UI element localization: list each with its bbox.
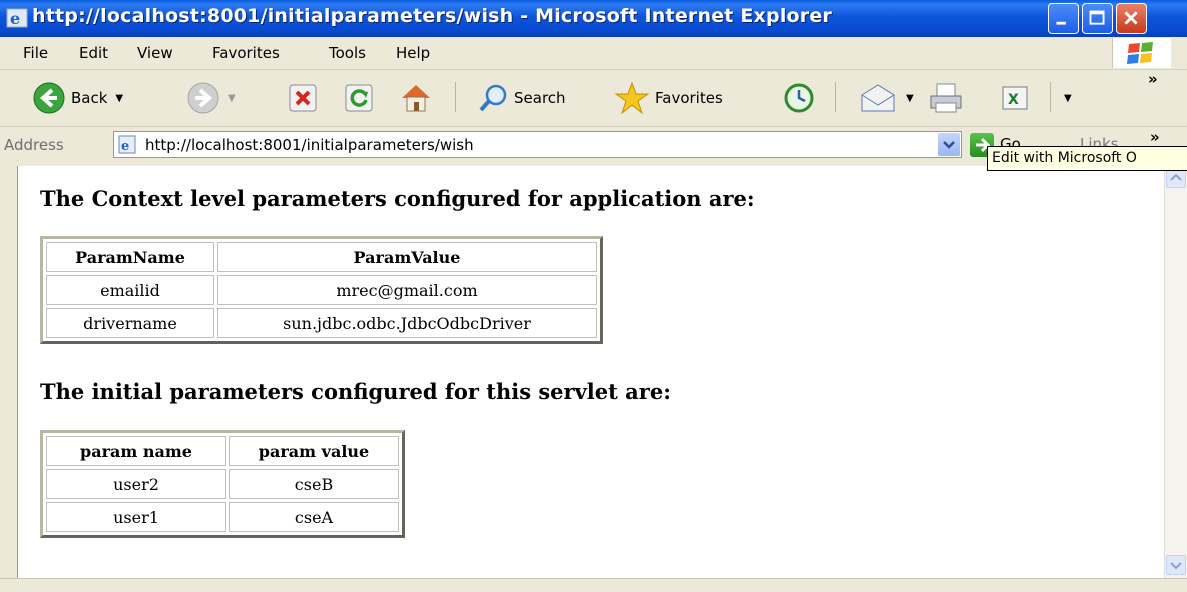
address-input[interactable]: e http://localhost:8001/initialparameter…	[113, 131, 962, 158]
window-title: http://localhost:8001/initialparameters/…	[32, 5, 833, 27]
windows-flag-logo	[1112, 38, 1171, 68]
svg-text:e: e	[121, 139, 129, 154]
minimize-button[interactable]	[1048, 3, 1079, 34]
stop-icon	[289, 84, 317, 112]
maximize-icon	[1089, 10, 1105, 25]
chevron-up-icon	[1170, 173, 1182, 181]
table-row: user1 cseA	[46, 502, 399, 532]
init-params-heading: The initial parameters configured for th…	[40, 379, 671, 404]
excel-dropdown-button[interactable]: ▼	[1064, 80, 1072, 116]
excel-dropdown-icon: ▼	[1064, 92, 1072, 104]
menu-edit[interactable]: Edit	[79, 44, 108, 62]
toolbar-separator	[455, 82, 456, 112]
status-bar	[0, 578, 1187, 592]
svg-text:X: X	[1008, 92, 1019, 108]
table-header-row: param name param value	[46, 436, 399, 466]
table-header-row: ParamName ParamValue	[46, 242, 597, 272]
back-arrow-icon	[33, 82, 65, 114]
forward-arrow-icon	[187, 82, 219, 114]
excel-button[interactable]: X	[1000, 80, 1030, 116]
column-header: ParamValue	[217, 242, 597, 272]
search-label: Search	[514, 89, 566, 107]
links-overflow-chevron-icon[interactable]: »	[1150, 128, 1160, 146]
mail-dropdown-icon[interactable]: ▼	[906, 93, 914, 104]
close-button[interactable]	[1116, 3, 1147, 34]
page-icon: e	[118, 135, 136, 154]
home-icon	[402, 85, 430, 112]
table-cell: user1	[46, 502, 226, 532]
ie-logo-icon: e	[6, 8, 28, 28]
history-button[interactable]	[781, 80, 817, 116]
close-icon	[1124, 11, 1138, 25]
menu-tools[interactable]: Tools	[329, 44, 366, 62]
column-header: param value	[229, 436, 399, 466]
menu-favorites[interactable]: Favorites	[212, 44, 280, 62]
address-dropdown-button[interactable]	[938, 133, 960, 156]
forward-dropdown-icon[interactable]: ▼	[228, 93, 236, 104]
search-button[interactable]: Search	[477, 80, 566, 116]
address-label: Address	[4, 136, 64, 154]
menu-bar: File Edit View Favorites Tools Help	[0, 37, 1187, 70]
table-row: emailid mrec@gmail.com	[46, 275, 597, 305]
favorites-button[interactable]: Favorites	[614, 80, 723, 116]
page-content: The Context level parameters configured …	[17, 166, 1165, 578]
favorites-star-icon	[614, 81, 650, 115]
maximize-button[interactable]	[1082, 3, 1113, 34]
toolbar-overflow-chevron-icon[interactable]: »	[1148, 70, 1158, 88]
stop-button[interactable]	[288, 80, 318, 116]
toolbar-separator	[835, 82, 836, 112]
windows-flag-icon	[1127, 42, 1153, 64]
table-cell: drivername	[46, 308, 214, 338]
print-button[interactable]	[928, 80, 964, 116]
print-icon	[930, 83, 962, 113]
excel-icon: X	[1002, 86, 1028, 110]
go-button-tooltip: Edit with Microsoft O	[987, 146, 1187, 171]
svg-text:e: e	[10, 9, 20, 28]
table-row: drivername sun.jdbc.odbc.JdbcOdbcDriver	[46, 308, 597, 338]
address-url[interactable]: http://localhost:8001/initialparameters/…	[145, 136, 474, 154]
back-dropdown-icon[interactable]: ▼	[115, 93, 123, 104]
column-header: ParamName	[46, 242, 214, 272]
refresh-icon	[345, 84, 373, 112]
table-cell: cseA	[229, 502, 399, 532]
init-params-table: param name param value user2 cseB user1 …	[40, 430, 405, 538]
standard-toolbar: Back ▼ ▼ Search Favorites ▼ X ▼ »	[0, 70, 1187, 127]
back-button[interactable]: Back ▼	[32, 80, 123, 116]
toolbar-separator	[1050, 82, 1051, 112]
refresh-button[interactable]	[344, 80, 374, 116]
forward-button[interactable]: ▼	[186, 80, 236, 116]
context-params-table: ParamName ParamValue emailid mrec@gmail.…	[40, 236, 603, 344]
chevron-down-icon	[1170, 562, 1182, 570]
title-bar[interactable]: e http://localhost:8001/initialparameter…	[0, 0, 1187, 37]
table-cell: user2	[46, 469, 226, 499]
minimize-icon	[1056, 21, 1066, 25]
context-params-heading: The Context level parameters configured …	[40, 186, 755, 211]
table-cell: cseB	[229, 469, 399, 499]
table-row: user2 cseB	[46, 469, 399, 499]
table-cell: mrec@gmail.com	[217, 275, 597, 305]
scroll-up-button[interactable]	[1166, 168, 1186, 188]
vertical-scrollbar[interactable]	[1164, 166, 1187, 578]
menu-view[interactable]: View	[137, 44, 173, 62]
home-button[interactable]	[398, 80, 434, 116]
favorites-label: Favorites	[655, 89, 723, 107]
menu-file[interactable]: File	[23, 44, 48, 62]
scroll-down-button[interactable]	[1166, 555, 1186, 575]
back-label: Back	[71, 89, 108, 107]
column-header: param name	[46, 436, 226, 466]
history-icon	[784, 83, 814, 113]
table-cell: emailid	[46, 275, 214, 305]
search-icon	[479, 84, 507, 112]
table-cell: sun.jdbc.odbc.JdbcOdbcDriver	[217, 308, 597, 338]
chevron-down-icon	[943, 141, 955, 149]
mail-icon	[861, 84, 895, 112]
menu-help[interactable]: Help	[396, 44, 430, 62]
mail-button[interactable]: ▼	[858, 80, 914, 116]
